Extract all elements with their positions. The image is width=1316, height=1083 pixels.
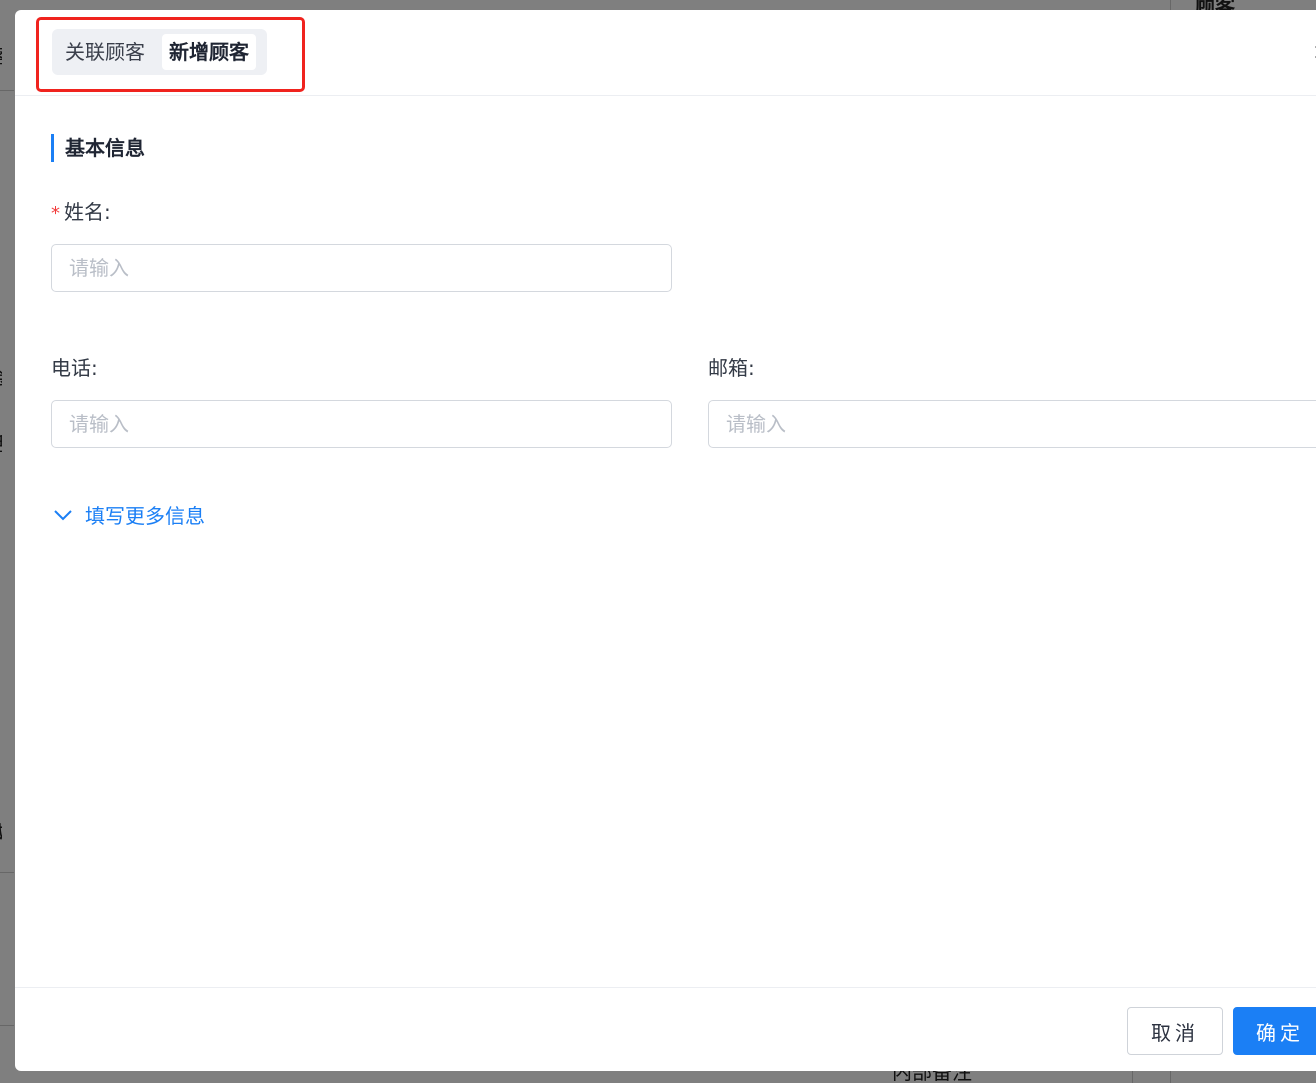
dialog-header: 关联顾客 新增顾客 × [15, 10, 1316, 96]
phone-field-label: 电话: [51, 356, 98, 380]
name-label-text: 姓名: [64, 200, 111, 224]
phone-input[interactable] [51, 400, 672, 448]
name-input[interactable] [51, 244, 672, 292]
tab-new-customer[interactable]: 新增顾客 [162, 34, 256, 70]
name-field-label: * 姓名: [51, 196, 111, 225]
chevron-down-icon [54, 509, 72, 520]
cancel-button[interactable]: 取消 [1127, 1007, 1223, 1055]
more-info-label: 填写更多信息 [85, 504, 205, 528]
section-title-basic-info: 基本信息 [51, 134, 145, 162]
more-info-toggle[interactable]: 填写更多信息 [53, 500, 205, 529]
confirm-button[interactable]: 确定 [1233, 1007, 1316, 1055]
add-customer-dialog: 关联顾客 新增顾客 × 基本信息 *姓名: 电话: 邮箱: 填写更多信息 取消 … [15, 10, 1316, 1071]
email-field-label: 邮箱: [708, 356, 755, 380]
close-icon[interactable]: × [1312, 40, 1316, 65]
required-mark: * [51, 203, 60, 224]
dialog-footer: 取消 确定 [15, 987, 1316, 1071]
tab-link-customer[interactable]: 关联顾客 [58, 34, 152, 70]
customer-tab-switch: 关联顾客 新增顾客 [52, 29, 267, 75]
email-input[interactable] [708, 400, 1316, 448]
